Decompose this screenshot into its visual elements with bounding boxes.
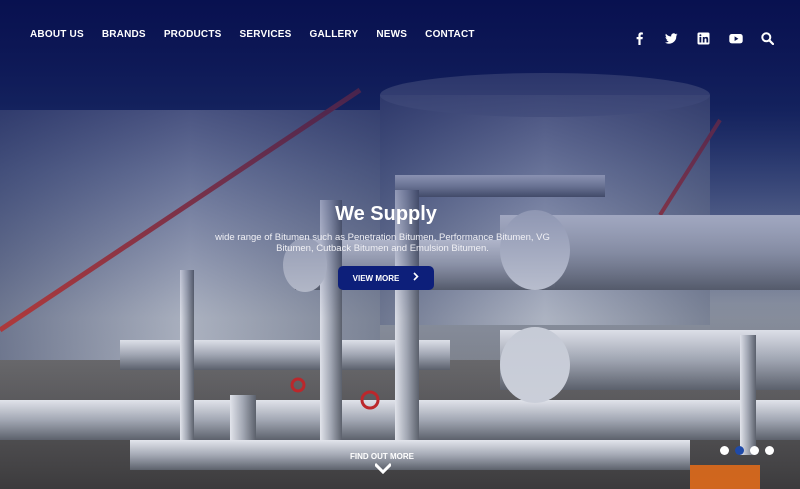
nav-item-about-us[interactable]: ABOUT US [30, 29, 84, 40]
view-more-label: VIEW MORE [352, 273, 400, 283]
youtube-icon[interactable] [729, 32, 743, 45]
nav-item-gallery[interactable]: GALLERY [310, 29, 359, 40]
nav-item-news[interactable]: NEWS [376, 29, 407, 40]
nav-item-brands[interactable]: BRANDS [102, 29, 146, 40]
find-out-more-link[interactable]: FIND OUT MORE [332, 452, 432, 461]
chevron-right-icon [413, 272, 419, 284]
hero-title: We Supply [335, 203, 437, 225]
social-links [633, 32, 775, 46]
view-more-button[interactable]: VIEW MORE [338, 266, 434, 290]
slider-pagination [720, 446, 774, 455]
nav-item-contact[interactable]: CONTACT [425, 29, 475, 40]
chevron-down-icon[interactable] [373, 461, 393, 475]
facebook-icon[interactable] [633, 32, 646, 45]
nav-item-products[interactable]: PRODUCTS [164, 29, 222, 40]
slider-dot[interactable] [750, 446, 759, 455]
nav-item-services[interactable]: SERVICES [240, 29, 292, 40]
search-icon[interactable] [761, 32, 775, 46]
twitter-icon[interactable] [665, 32, 678, 45]
slider-dot[interactable] [765, 446, 774, 455]
hero-subtitle: wide range of Bitumen such as Penetratio… [215, 232, 550, 254]
hero-section: ABOUT US BRANDS PRODUCTS SERVICES GALLER… [0, 0, 800, 489]
main-navigation: ABOUT US BRANDS PRODUCTS SERVICES GALLER… [30, 29, 475, 40]
slider-dot[interactable] [720, 446, 729, 455]
linkedin-icon[interactable] [697, 32, 710, 45]
slider-dot-active[interactable] [735, 446, 744, 455]
